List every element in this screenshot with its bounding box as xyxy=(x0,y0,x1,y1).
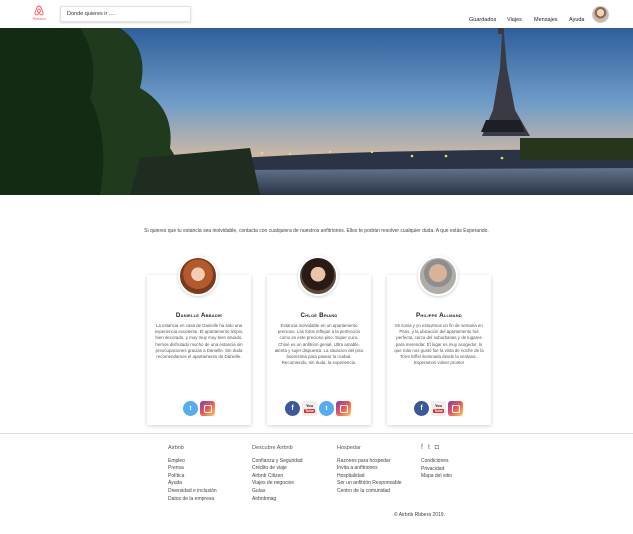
instagram-icon[interactable] xyxy=(448,401,463,416)
host-name: Danielle Abbadie xyxy=(175,312,223,319)
host-review: La estancia en casa de Danielle ha sido … xyxy=(154,323,244,360)
facebook-icon[interactable]: f xyxy=(421,444,423,451)
host-review: Mi novia y yo estuvimos un fin de semana… xyxy=(394,323,484,366)
hero-image xyxy=(0,28,633,195)
footer-link[interactable]: Crédito de viaje xyxy=(252,465,303,473)
footer-link[interactable]: Condiciones xyxy=(421,458,452,466)
footer-heading: Hospedar xyxy=(337,445,361,451)
logo-text: Rbbera xyxy=(32,16,46,21)
footer-link[interactable]: Ser un anfitrión Responsable xyxy=(337,480,402,488)
airbnb-logo[interactable]: Rbbera xyxy=(30,5,48,25)
facebook-icon[interactable]: f xyxy=(285,401,300,416)
footer-link[interactable]: Airbnbmag xyxy=(252,496,303,504)
footer-social-icons: f t ◘ xyxy=(421,444,439,451)
footer-link[interactable]: Ayuda xyxy=(168,480,217,488)
nav-mensajes[interactable]: Mensajes xyxy=(534,17,558,23)
instagram-icon[interactable] xyxy=(200,401,215,416)
footer-link[interactable]: Viajes de negocios xyxy=(252,480,303,488)
twitter-icon[interactable]: t xyxy=(183,401,198,416)
host-card: Danielle Abbadie La estancia en casa de … xyxy=(147,275,251,425)
instagram-icon[interactable]: ◘ xyxy=(435,444,439,451)
footer-link[interactable]: Diversidad e inclusión xyxy=(168,488,217,496)
host-social-links: t xyxy=(183,401,215,416)
youtube-icon[interactable]: You Tube xyxy=(431,401,446,416)
footer-link[interactable]: Mapa del sitio xyxy=(421,473,452,481)
copyright-text: © Airbnb Rbbera 2019. xyxy=(394,512,445,518)
facebook-icon[interactable]: f xyxy=(414,401,429,416)
footer-divider xyxy=(0,433,633,434)
footer-link[interactable]: Privacidad xyxy=(421,466,452,474)
host-avatar xyxy=(418,256,458,296)
footer-link[interactable]: Empleo xyxy=(168,458,217,466)
footer-link[interactable]: Razones para hospedar xyxy=(337,458,402,466)
user-avatar[interactable] xyxy=(592,6,609,23)
footer-heading: Airbnb xyxy=(168,445,184,451)
twitter-icon[interactable]: t xyxy=(319,401,334,416)
footer-column-airbnb: Airbnb Empleo Prensa Política Ayuda Dive… xyxy=(168,445,217,503)
instagram-icon[interactable] xyxy=(336,401,351,416)
airbnb-logo-icon xyxy=(34,5,44,16)
host-avatar xyxy=(298,256,338,296)
nav-ayuda[interactable]: Ayuda xyxy=(569,17,585,23)
host-review: Estancia inolvidable en un apartamento p… xyxy=(274,323,364,366)
top-navigation-bar: Rbbera Donde quieres ir .... Guardados V… xyxy=(0,0,633,28)
footer-link[interactable]: Confianza y Seguridad xyxy=(252,458,303,466)
intro-text: Si quieres que tu estancia sea inolvidab… xyxy=(144,228,489,234)
host-card: Chloé Briand Estancia inolvidable en un … xyxy=(267,275,371,425)
twitter-icon[interactable]: t xyxy=(428,444,430,451)
footer-column-hospedar: Hospedar Razones para hospedar Invita a … xyxy=(337,445,402,496)
nav-guardados[interactable]: Guardados xyxy=(469,17,496,23)
footer-heading: Descubre Airbnb xyxy=(252,445,293,451)
search-input[interactable]: Donde quieres ir .... xyxy=(60,6,191,22)
youtube-icon[interactable]: You Tube xyxy=(302,401,317,416)
host-avatar xyxy=(178,256,218,296)
footer-link[interactable]: Invita a anfitriones xyxy=(337,465,402,473)
footer-link[interactable]: Política xyxy=(168,473,217,481)
footer-link[interactable]: Airbnb Citizen xyxy=(252,473,303,481)
nav-viajes[interactable]: Viajes xyxy=(507,17,522,23)
footer-link[interactable]: Centro de la comunidad xyxy=(337,488,402,496)
footer-link[interactable]: Guías xyxy=(252,488,303,496)
host-name: Philippe Allmand xyxy=(416,312,462,319)
footer-link[interactable]: Prensa xyxy=(168,465,217,473)
host-card: Philippe Allmand Mi novia y yo estuvimos… xyxy=(387,275,491,425)
footer-column-legal: Condiciones Privacidad Mapa del sitio xyxy=(421,458,452,481)
host-social-links: f You Tube xyxy=(414,401,463,416)
footer-column-descubre: Descubre Airbnb Confianza y Seguridad Cr… xyxy=(252,445,303,503)
host-social-links: f You Tube t xyxy=(285,401,351,416)
host-name: Chloé Briand xyxy=(300,312,338,319)
footer-link[interactable]: Hospitalidad xyxy=(337,473,402,481)
footer-link[interactable]: Datos de la empresa xyxy=(168,496,217,504)
